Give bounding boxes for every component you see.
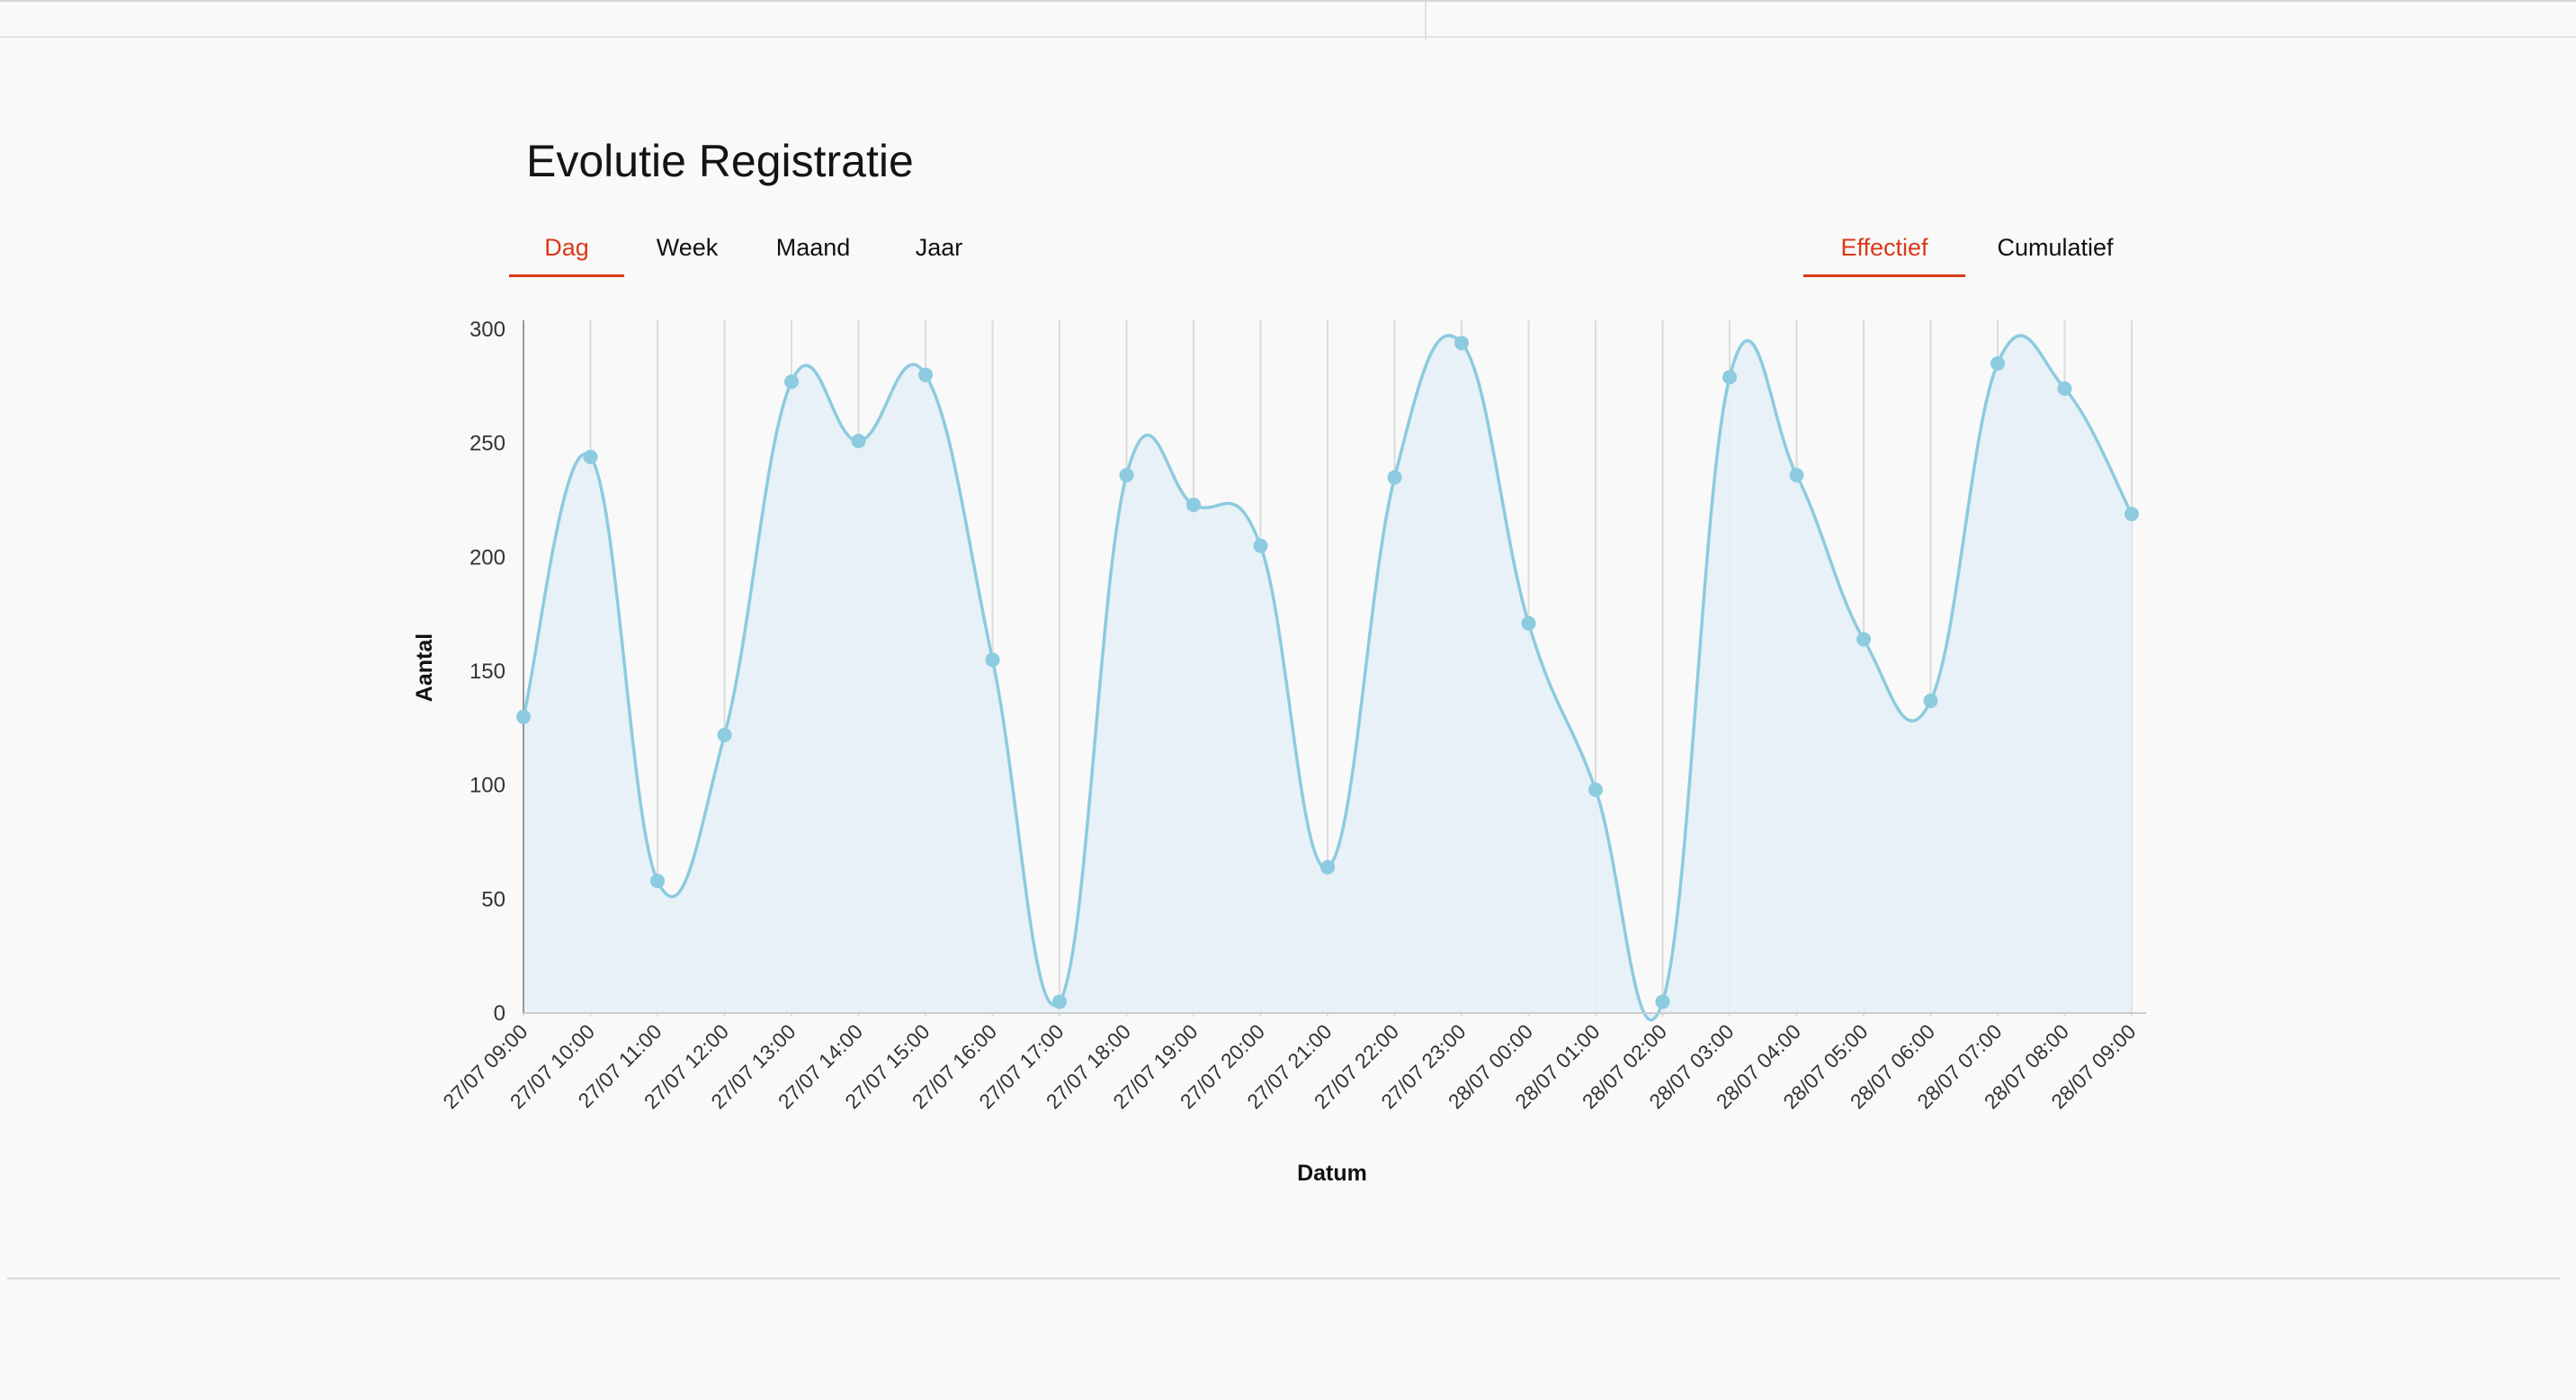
data-point: [583, 449, 598, 464]
data-point: [1923, 693, 1938, 708]
x-axis-title: Datum: [1297, 1161, 1367, 1186]
data-point: [1186, 498, 1201, 513]
y-tick-label: 50: [481, 887, 505, 911]
data-point: [1119, 468, 1134, 483]
data-point: [784, 374, 799, 390]
y-tick-label: 300: [470, 318, 505, 342]
data-point: [650, 874, 665, 889]
data-point: [918, 367, 933, 382]
bottom-divider: [7, 1278, 2560, 1279]
data-point: [2124, 507, 2139, 522]
y-tick-label: 200: [470, 545, 505, 570]
data-point: [2057, 381, 2072, 396]
data-point: [1253, 538, 1268, 553]
data-point: [851, 434, 866, 449]
y-tick-label: 250: [470, 432, 505, 456]
y-tick-label: 150: [470, 660, 505, 684]
data-point: [1320, 859, 1335, 875]
data-point: [1387, 470, 1402, 485]
y-tick-label: 100: [470, 774, 505, 798]
y-axis-title: Aantal: [412, 633, 437, 702]
data-point: [1454, 336, 1469, 351]
data-point: [1856, 632, 1871, 647]
y-tick-label: 0: [494, 1001, 505, 1026]
data-point: [717, 727, 732, 742]
data-point: [1722, 370, 1737, 385]
data-point: [1052, 994, 1067, 1010]
data-point: [1990, 356, 2005, 371]
data-point: [1588, 782, 1603, 797]
data-point: [516, 709, 531, 724]
evolution-area-chart: 05010015020025030027/07 09:0027/07 10:00…: [412, 318, 2146, 1186]
data-point: [1789, 468, 1804, 483]
data-point: [985, 652, 1000, 668]
data-point: [1521, 615, 1536, 631]
data-point: [1655, 994, 1670, 1010]
